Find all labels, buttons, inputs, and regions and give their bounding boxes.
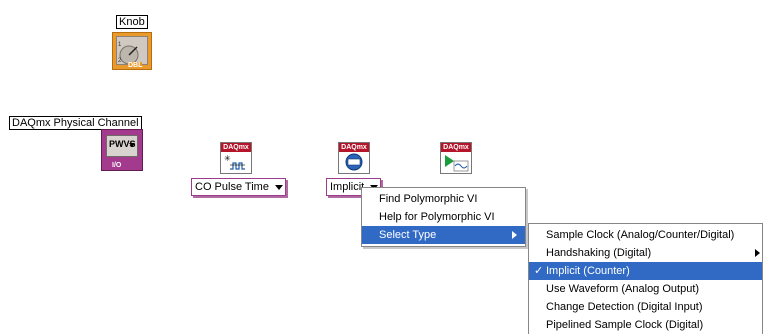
daqmx-implicit-vi-icon[interactable]: DAQmx [338, 142, 370, 174]
menu-item-label: Select Type [379, 229, 437, 241]
dbl-badge: DBL [128, 62, 143, 69]
daqmx-badge: DAQmx [221, 143, 251, 152]
dropdown-arrow-icon [129, 143, 135, 147]
daqmx-badge: DAQmx [339, 143, 369, 152]
checkmark-icon: ✓ [534, 265, 544, 277]
menu-item-label: Use Waveform (Analog Output) [546, 283, 700, 295]
knob-label[interactable]: Knob [116, 15, 148, 29]
menu-item-help-polymorphic-vi[interactable]: Help for Polymorphic VI [362, 208, 525, 226]
menu-item-label: Find Polymorphic VI [379, 193, 478, 205]
clock-pulse-icon: ✳ [224, 154, 245, 170]
physical-channel-terminal[interactable]: PWVS I/O [101, 129, 143, 171]
daqmx-start-vi-icon[interactable]: DAQmx [440, 142, 472, 174]
menu-item-label: Help for Polymorphic VI [379, 211, 495, 223]
play-waveform-icon [445, 155, 469, 172]
svg-text:✳: ✳ [224, 154, 231, 163]
dropdown-arrow-icon [275, 185, 283, 190]
menu-item-change-detection[interactable]: Change Detection (Digital Input) [529, 298, 762, 316]
menu-item-implicit-counter[interactable]: ✓ Implicit (Counter) [529, 262, 762, 280]
selector-label: CO Pulse Time [195, 181, 269, 193]
context-menu: Find Polymorphic VI Help for Polymorphic… [361, 187, 526, 247]
daqmx-timing-vi-icon[interactable]: DAQmx ✳ [220, 142, 252, 174]
submenu-arrow-icon [755, 249, 760, 257]
io-badge: I/O [112, 162, 122, 169]
menu-item-find-polymorphic-vi[interactable]: Find Polymorphic VI [362, 190, 525, 208]
menu-item-sample-clock[interactable]: Sample Clock (Analog/Counter/Digital) [529, 226, 762, 244]
menu-item-select-type[interactable]: Select Type [362, 226, 525, 244]
menu-item-label: Change Detection (Digital Input) [546, 301, 703, 313]
menu-item-label: Implicit (Counter) [546, 265, 630, 277]
menu-item-label: Handshaking (Digital) [546, 247, 652, 259]
daqmx-badge: DAQmx [441, 143, 471, 152]
select-type-submenu: Sample Clock (Analog/Counter/Digital) Ha… [528, 223, 763, 334]
counter-clock-icon [345, 153, 363, 171]
menu-item-label: Pipelined Sample Clock (Digital) [546, 319, 704, 331]
co-pulse-time-selector[interactable]: CO Pulse Time [191, 178, 286, 196]
knob-terminal[interactable]: 1 2 DBL [112, 32, 158, 70]
menu-item-pipelined-sample-clock[interactable]: Pipelined Sample Clock (Digital) [529, 316, 762, 334]
menu-item-use-waveform[interactable]: Use Waveform (Analog Output) [529, 280, 762, 298]
physical-channel-icon: PWVS [106, 135, 138, 157]
menu-item-label: Sample Clock (Analog/Counter/Digital) [546, 229, 735, 241]
submenu-arrow-icon [512, 231, 517, 239]
output-arrow-icon [152, 45, 158, 55]
svg-text:1: 1 [118, 42, 122, 48]
selector-label: Implicit [330, 181, 365, 193]
physical-channel-label[interactable]: DAQmx Physical Channel [9, 116, 142, 130]
menu-item-handshaking[interactable]: Handshaking (Digital) [529, 244, 762, 262]
knob-icon: 1 2 [116, 36, 148, 65]
